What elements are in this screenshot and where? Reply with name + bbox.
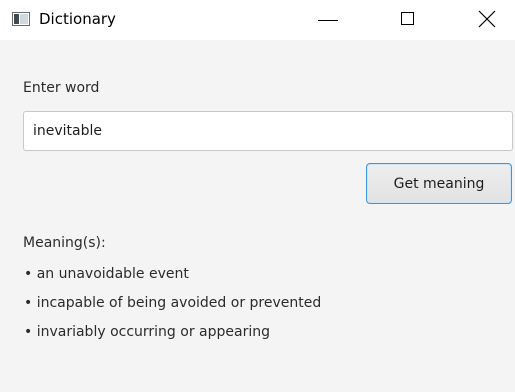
minimize-button[interactable]: [306, 0, 352, 40]
meaning-item: • an unavoidable event: [24, 266, 189, 282]
meaning-item: • invariably occurring or appearing: [24, 324, 270, 340]
maximize-icon: [401, 12, 414, 25]
title-bar[interactable]: Dictionary: [0, 0, 515, 40]
dictionary-window: Dictionary Enter word Get meaning Meanin…: [0, 0, 515, 392]
meanings-heading: Meaning(s):: [23, 235, 106, 251]
meaning-item: • incapable of being avoided or prevente…: [24, 295, 322, 311]
enter-word-label: Enter word: [23, 80, 100, 96]
word-input[interactable]: [23, 111, 513, 151]
maximize-button[interactable]: [385, 0, 431, 40]
meanings-list: • an unavoidable event • incapable of be…: [24, 260, 321, 347]
window-title: Dictionary: [39, 10, 116, 28]
app-window-icon: [12, 12, 30, 26]
get-meaning-button[interactable]: Get meaning: [366, 163, 512, 204]
minimize-icon: [318, 20, 338, 21]
close-button[interactable]: [465, 0, 511, 40]
close-icon: [478, 10, 496, 28]
